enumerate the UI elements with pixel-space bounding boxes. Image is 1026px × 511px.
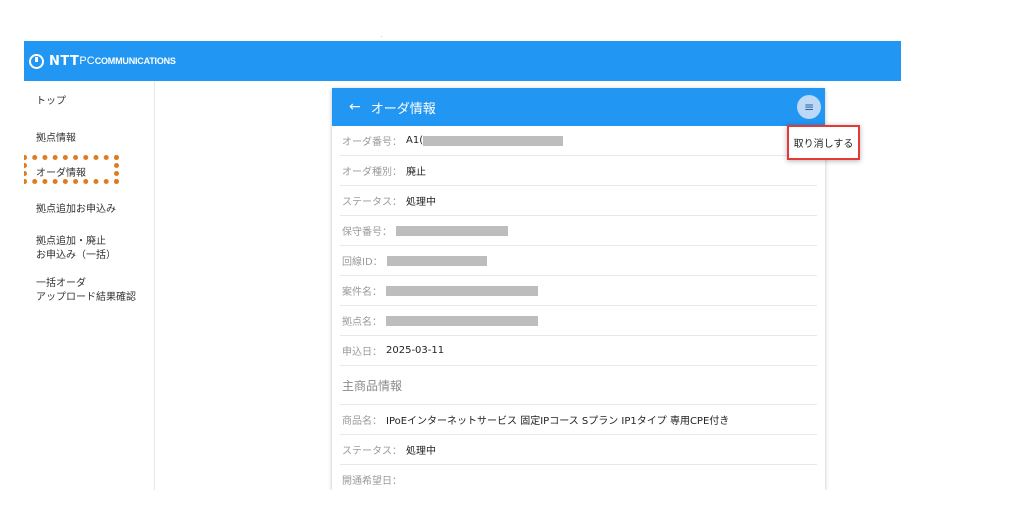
field-label: オーダ番号 [342, 137, 392, 148]
sidebar-item-add-site[interactable]: 拠点追加お申込み [36, 203, 116, 217]
cancel-menu-item[interactable]: 取り消しする [787, 125, 860, 160]
masked-value [386, 315, 538, 326]
field-value: 2025-03-11 [386, 345, 445, 356]
sidebar-item-top[interactable]: トップ [36, 95, 66, 109]
masked-value [386, 285, 538, 296]
product-row: 商品名： IPoEインターネットサービス 固定IPコース Sプラン IP1タイプ… [340, 405, 817, 435]
order-info-highlight-box [24, 155, 119, 184]
logo-main: NTT [49, 53, 80, 69]
field-row: オーダ番号： A1( [340, 126, 817, 156]
field-label: オーダ種別 [342, 167, 392, 178]
field-label: 拠点名 [342, 317, 372, 328]
field-label: 回線ID [342, 257, 373, 268]
sidebar-item-bulk-upload-result[interactable]: 一括オーダ アップロード結果確認 [36, 277, 136, 305]
hamburger-icon[interactable]: ≡ [797, 95, 821, 119]
logo-pc: PC [79, 55, 95, 67]
field-row: 案件名： [340, 276, 817, 306]
order-fields: オーダ番号： A1( オーダ種別： 廃止 ステータス： 処理中 保守番号： 回線… [332, 126, 825, 490]
ntt-logo-icon [29, 53, 44, 69]
field-label: 商品名 [342, 416, 372, 427]
field-row: オーダ種別： 廃止 [340, 156, 817, 186]
field-value: 処理中 [406, 446, 436, 457]
field-label: 申込日 [342, 347, 372, 358]
product-row: ステータス： 処理中 [340, 435, 817, 465]
field-value: IPoEインターネットサービス 固定IPコース Sプラン IP1タイプ 専用CP… [386, 416, 730, 427]
logo-sub: COMMUNICATIONS [94, 56, 176, 66]
section-title: 主商品情報 [340, 366, 817, 405]
field-label: 案件名 [342, 287, 372, 298]
field-row: 回線ID： [340, 246, 817, 276]
field-label: ステータス [342, 446, 392, 457]
masked-value [423, 135, 564, 146]
stray-dot [381, 36, 382, 37]
product-row: 開通希望日： [340, 465, 817, 490]
brand-logo[interactable]: NTT PC COMMUNICATIONS [29, 53, 176, 69]
field-row: ステータス： 処理中 [340, 186, 817, 216]
order-detail-panel: ← オーダ情報 ≡ オーダ番号： A1( オーダ種別： 廃止 ステータス： 処理… [332, 88, 825, 490]
cancel-label: 取り消しする [793, 139, 854, 150]
sidebar-item-bulk-add-remove[interactable]: 拠点追加・廃止 お申込み（一括） [36, 235, 116, 263]
field-label: 開通希望日 [342, 476, 392, 487]
field-row: 保守番号： [340, 216, 817, 246]
arrow-left-icon[interactable]: ← [349, 99, 361, 115]
masked-value [386, 255, 487, 266]
masked-value [396, 225, 508, 236]
field-label: ステータス [342, 197, 392, 208]
field-value: 廃止 [406, 167, 426, 178]
panel-title: オーダ情報 [370, 101, 436, 117]
sidebar-item-site-info[interactable]: 拠点情報 [36, 132, 76, 146]
panel-header: ← オーダ情報 ≡ [332, 88, 825, 126]
sidebar: トップ 拠点情報 オーダ情報 拠点追加お申込み 拠点追加・廃止 お申込み（一括）… [24, 81, 155, 490]
field-value: 処理中 [406, 197, 436, 208]
top-bar: NTT PC COMMUNICATIONS [24, 41, 901, 81]
field-value: A1( [406, 135, 424, 146]
field-label: 保守番号 [342, 227, 382, 238]
app-window: NTT PC COMMUNICATIONS トップ 拠点情報 オーダ情報 拠点追… [24, 41, 901, 490]
field-row: 申込日： 2025-03-11 [340, 336, 817, 366]
field-row: 拠点名： [340, 306, 817, 336]
